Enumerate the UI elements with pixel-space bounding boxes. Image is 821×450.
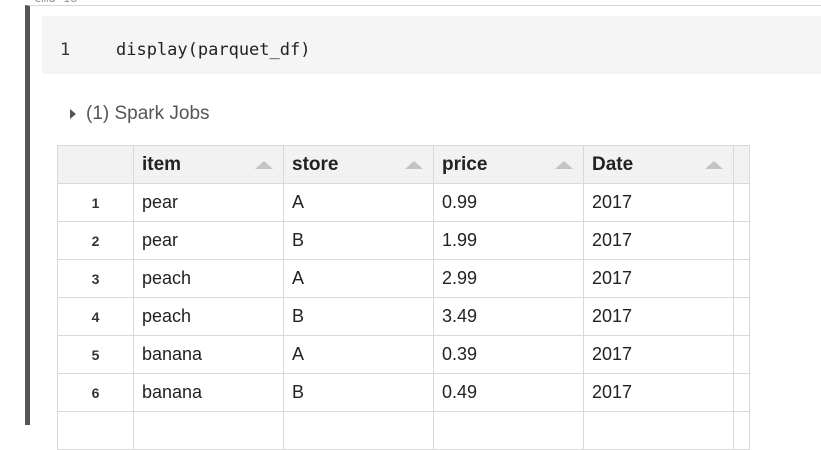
row-number: 6 <box>57 373 134 412</box>
column-header-price[interactable]: price <box>433 145 584 184</box>
table-row: 3 peach A 2.99 2017 <box>57 259 750 298</box>
cell-store: A <box>283 183 434 222</box>
table-row: 6 banana B 0.49 2017 <box>57 373 750 412</box>
table-header-row: item store price Date <box>57 145 750 184</box>
row-number: 2 <box>57 221 134 260</box>
row-number: 5 <box>57 335 134 374</box>
cell-date <box>583 411 734 450</box>
table-row-partial <box>57 411 750 450</box>
cell-store: B <box>283 297 434 336</box>
sort-ascending-icon[interactable] <box>705 161 723 169</box>
row-spacer <box>733 183 750 222</box>
cell-date: 2017 <box>583 183 734 222</box>
cell-price: 0.49 <box>433 373 584 412</box>
cell-price: 0.39 <box>433 335 584 374</box>
header-spacer <box>733 145 750 184</box>
cell-store <box>283 411 434 450</box>
cell-date: 2017 <box>583 221 734 260</box>
cell-date: 2017 <box>583 373 734 412</box>
spark-jobs-toggle[interactable]: (1) Spark Jobs <box>70 103 210 125</box>
cell-item: pear <box>133 183 284 222</box>
table-row: 4 peach B 3.49 2017 <box>57 297 750 336</box>
column-header-label: Date <box>592 153 634 175</box>
notebook-cell[interactable]: 1 display(parquet_df) (1) Spark Jobs ite… <box>25 5 821 450</box>
row-number: 4 <box>57 297 134 336</box>
cell-store: A <box>283 335 434 374</box>
cell-price: 3.49 <box>433 297 584 336</box>
row-number: 3 <box>57 259 134 298</box>
code-editor[interactable]: 1 display(parquet_df) <box>42 16 821 74</box>
column-header-store[interactable]: store <box>283 145 434 184</box>
cell-item: peach <box>133 259 284 298</box>
sort-ascending-icon[interactable] <box>405 161 423 169</box>
cell-date: 2017 <box>583 335 734 374</box>
row-spacer <box>733 297 750 336</box>
row-number: 1 <box>57 183 134 222</box>
column-header-date[interactable]: Date <box>583 145 734 184</box>
table-row: 1 pear A 0.99 2017 <box>57 183 750 222</box>
column-header-label: store <box>292 153 339 175</box>
table-row: 2 pear B 1.99 2017 <box>57 221 750 260</box>
row-number <box>57 411 134 450</box>
cell-item: peach <box>133 297 284 336</box>
row-spacer <box>733 411 750 450</box>
cell-item: banana <box>133 373 284 412</box>
sort-ascending-icon[interactable] <box>555 161 573 169</box>
cell-item <box>133 411 284 450</box>
cell-price: 1.99 <box>433 221 584 260</box>
cell-store: B <box>283 221 434 260</box>
cell-store: A <box>283 259 434 298</box>
cell-date: 2017 <box>583 297 734 336</box>
cell-price: 0.99 <box>433 183 584 222</box>
spark-jobs-label: (1) Spark Jobs <box>86 103 210 124</box>
row-spacer <box>733 259 750 298</box>
row-spacer <box>733 221 750 260</box>
caret-right-icon <box>70 109 76 119</box>
results-table: item store price Date 1 pear A 0.99 2017… <box>57 145 750 450</box>
cell-price <box>433 411 584 450</box>
code-line[interactable]: display(parquet_df) <box>116 40 310 60</box>
row-spacer <box>733 373 750 412</box>
line-number: 1 <box>60 40 71 60</box>
column-header-label: item <box>142 153 182 175</box>
cell-date: 2017 <box>583 259 734 298</box>
column-header-item[interactable]: item <box>133 145 284 184</box>
column-header-label: price <box>442 153 488 175</box>
cell-item: pear <box>133 221 284 260</box>
row-index-header <box>57 145 134 184</box>
table-row: 5 banana A 0.39 2017 <box>57 335 750 374</box>
cell-item: banana <box>133 335 284 374</box>
cell-store: B <box>283 373 434 412</box>
cell-price: 2.99 <box>433 259 584 298</box>
sort-ascending-icon[interactable] <box>255 161 273 169</box>
row-spacer <box>733 335 750 374</box>
